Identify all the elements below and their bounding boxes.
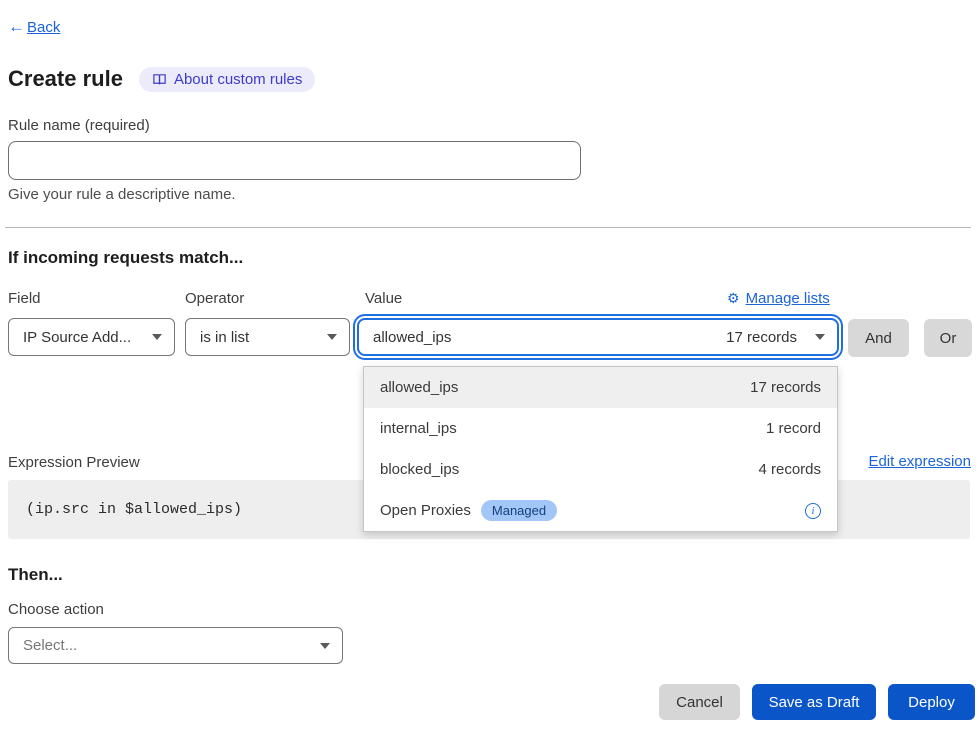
list-option-name: internal_ips <box>380 420 457 437</box>
match-section-heading: If incoming requests match... <box>8 248 243 268</box>
chevron-down-icon <box>152 334 162 340</box>
chevron-down-icon <box>327 334 337 340</box>
list-option-meta: 1 record <box>766 420 821 437</box>
edit-expression-link[interactable]: Edit expression <box>868 453 971 470</box>
expression-code: (ip.src in $allowed_ips) <box>26 501 242 518</box>
and-button[interactable]: And <box>848 319 909 357</box>
gear-icon: ⚙ <box>727 290 740 307</box>
list-option-name: blocked_ips <box>380 461 459 478</box>
field-column-label: Field <box>8 290 41 307</box>
value-dropdown-panel: allowed_ips 17 records internal_ips 1 re… <box>363 366 838 532</box>
save-as-draft-button[interactable]: Save as Draft <box>752 684 876 720</box>
section-divider <box>5 227 971 228</box>
deploy-button[interactable]: Deploy <box>888 684 975 720</box>
field-select[interactable]: IP Source Add... <box>8 318 175 356</box>
managed-badge: Managed <box>481 500 557 521</box>
manage-lists-link[interactable]: ⚙ Manage lists <box>727 290 830 307</box>
value-column-label: Value <box>365 290 402 307</box>
list-option-meta: 4 records <box>758 461 821 478</box>
manage-lists-label[interactable]: Manage lists <box>746 290 830 307</box>
about-badge-label: About custom rules <box>174 71 302 88</box>
field-select-value: IP Source Add... <box>23 329 131 346</box>
list-option-name: allowed_ips <box>380 379 458 396</box>
or-button[interactable]: Or <box>924 319 972 357</box>
value-combobox-meta: 17 records <box>726 329 797 346</box>
action-select[interactable]: Select... <box>8 627 343 664</box>
operator-column-label: Operator <box>185 290 244 307</box>
operator-select-value: is in list <box>200 329 249 346</box>
about-custom-rules-badge[interactable]: About custom rules <box>139 67 315 92</box>
page-title: Create rule <box>8 66 123 92</box>
list-option-internal-ips[interactable]: internal_ips 1 record <box>364 408 837 449</box>
operator-select[interactable]: is in list <box>185 318 350 356</box>
list-option-allowed-ips[interactable]: allowed_ips 17 records <box>364 367 837 408</box>
rule-name-input[interactable] <box>8 141 581 180</box>
list-option-blocked-ips[interactable]: blocked_ips 4 records <box>364 449 837 490</box>
list-option-open-proxies[interactable]: Open Proxies Managed i <box>364 490 837 531</box>
value-combobox-selection: allowed_ips <box>373 329 451 346</box>
choose-action-label: Choose action <box>8 601 104 618</box>
back-link-label[interactable]: Back <box>27 19 60 36</box>
list-option-name: Open Proxies <box>380 502 471 519</box>
rule-name-label: Rule name (required) <box>8 117 150 134</box>
value-combobox[interactable]: allowed_ips 17 records <box>357 318 839 356</box>
rule-name-helper: Give your rule a descriptive name. <box>8 186 236 203</box>
info-icon[interactable]: i <box>805 503 821 519</box>
action-select-placeholder: Select... <box>23 637 77 654</box>
cancel-button[interactable]: Cancel <box>659 684 740 720</box>
back-arrow-icon: ← <box>8 17 25 37</box>
chevron-down-icon <box>815 334 825 340</box>
book-icon <box>152 72 167 87</box>
back-link[interactable]: ← Back <box>8 17 60 37</box>
expression-preview-label: Expression Preview <box>8 454 140 471</box>
chevron-down-icon <box>320 643 330 649</box>
then-section-heading: Then... <box>8 565 63 585</box>
footer-actions: Cancel Save as Draft Deploy <box>0 684 975 720</box>
create-rule-page: ← Back Create rule About custom rules Ru… <box>0 0 979 739</box>
title-row: Create rule About custom rules <box>8 66 315 92</box>
list-option-meta: 17 records <box>750 379 821 396</box>
